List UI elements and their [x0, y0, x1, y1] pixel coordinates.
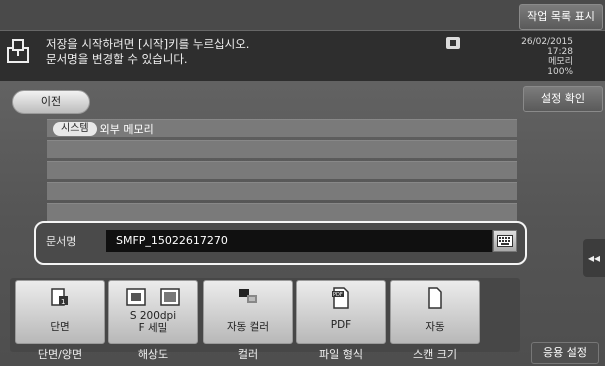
file-type-button[interactable]: PDF PDF — [296, 280, 386, 344]
simplex-duplex-button[interactable]: 1 단면 — [15, 280, 105, 344]
date-text: 26/02/2015 — [521, 37, 573, 47]
color-value: 자동 컬러 — [227, 321, 269, 333]
color-icon — [239, 289, 257, 303]
simplex-caption: 단면/양면 — [37, 348, 83, 361]
scan-size-value: 자동 — [425, 321, 445, 333]
list-item — [47, 161, 517, 179]
destination-list: 시스템 외부 메모리 — [47, 119, 517, 224]
resolution-value: S 200dpi F 세밀 — [129, 310, 177, 334]
list-item — [47, 182, 517, 200]
status-block: 26/02/2015 17:28 메모리 100% — [521, 37, 573, 77]
simplex-icon: 1 — [51, 288, 68, 306]
application-settings-button[interactable]: 응용 설정 — [531, 342, 599, 364]
list-item — [47, 140, 517, 158]
svg-text:1: 1 — [61, 298, 65, 306]
keyboard-button[interactable] — [493, 230, 517, 252]
memory-label: 메모리 — [548, 57, 573, 67]
memory-value: 100% — [547, 67, 573, 77]
scan-size-button[interactable]: 자동 — [390, 280, 480, 344]
time-text: 17:28 — [547, 47, 573, 57]
scan-to-usb-icon — [7, 39, 29, 63]
resolution-button[interactable]: S 200dpi F 세밀 — [108, 280, 198, 344]
resolution-icon — [126, 288, 180, 306]
scan-size-caption: 스캔 크기 — [413, 348, 457, 361]
filename-label: 문서명 — [46, 235, 77, 248]
top-bar — [0, 0, 605, 30]
side-panel-tab[interactable]: ◂◂ — [583, 239, 605, 277]
message-line-1: 저장을 시작하려면 [시작]키를 누르십시오. — [46, 37, 250, 51]
memory-icon — [446, 37, 460, 49]
job-list-button[interactable]: 작업 목록 표시 — [519, 4, 603, 30]
color-caption: 컬러 — [237, 348, 259, 361]
list-item-text: 외부 메모리 — [99, 122, 154, 136]
svg-text:PDF: PDF — [333, 292, 343, 298]
file-type-caption: 파일 형식 — [319, 348, 363, 361]
resolution-caption: 해상도 — [137, 348, 169, 361]
filename-field[interactable]: SMFP_15022617270 — [106, 230, 492, 252]
file-type-value: PDF — [330, 319, 352, 331]
scan-screen: 작업 목록 표시 저장을 시작하려면 [시작]키를 누르십시오. 문서명을 변경… — [0, 0, 605, 366]
simplex-value: 단면 — [50, 321, 70, 333]
list-item — [47, 203, 517, 221]
page-size-icon — [428, 287, 442, 309]
prev-button[interactable]: 이전 — [12, 90, 90, 114]
message-line-2: 문서명을 변경할 수 있습니다. — [46, 52, 188, 66]
keyboard-icon — [497, 235, 513, 247]
color-button[interactable]: 자동 컬러 — [203, 280, 293, 344]
list-item[interactable]: 시스템 외부 메모리 — [47, 119, 517, 137]
system-chip: 시스템 — [53, 121, 97, 136]
pdf-icon: PDF — [332, 287, 349, 309]
settings-confirm-button[interactable]: 설정 확인 — [523, 86, 603, 112]
